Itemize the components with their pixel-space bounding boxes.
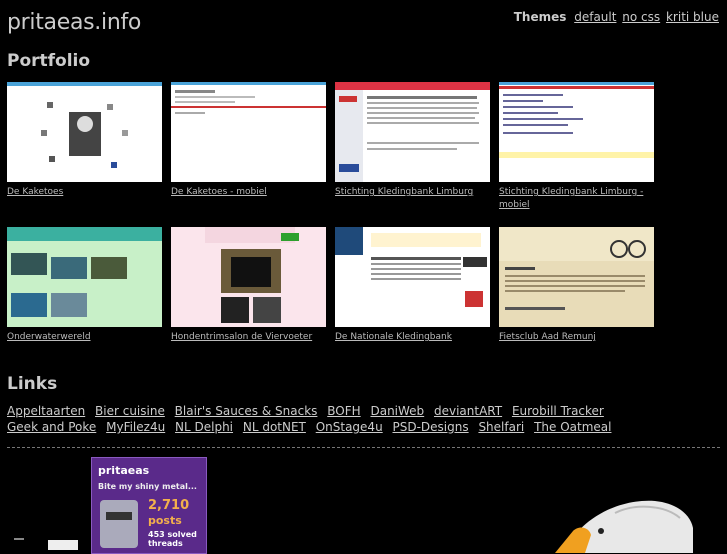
portfolio-caption[interactable]: Onderwaterwereld <box>7 331 162 344</box>
small-image <box>48 540 78 550</box>
link-onstage4u[interactable]: OnStage4u <box>316 420 383 434</box>
portfolio-item[interactable]: De Kaketoes <box>7 82 162 199</box>
link-daniweb[interactable]: DaniWeb <box>370 404 424 418</box>
portfolio-item[interactable]: Stichting Kledingbank Limburg - mobiel <box>499 82 654 212</box>
portfolio-thumbnail[interactable] <box>499 82 654 182</box>
theme-default-link[interactable]: default <box>574 10 616 24</box>
badge-tagline: Bite my shiny metal... <box>98 482 197 491</box>
link-nl-delphi[interactable]: NL Delphi <box>175 420 233 434</box>
portfolio-caption[interactable]: De Nationale Kledingbank <box>335 331 490 344</box>
badge-username: pritaeas <box>98 464 150 477</box>
link-deviantart[interactable]: deviantART <box>434 404 502 418</box>
portfolio-caption[interactable]: De Kaketoes - mobiel <box>171 186 326 199</box>
portfolio-item[interactable]: De Kaketoes - mobiel <box>171 82 326 199</box>
portfolio-thumbnail[interactable] <box>171 82 326 182</box>
portfolio-thumbnail[interactable] <box>171 227 326 327</box>
link-psd-designs[interactable]: PSD-Designs <box>393 420 469 434</box>
theme-no-css-link[interactable]: no css <box>622 10 660 24</box>
portfolio-caption[interactable]: De Kaketoes <box>7 186 162 199</box>
link-geek-and-poke[interactable]: Geek and Poke <box>7 420 96 434</box>
portfolio-caption[interactable]: Stichting Kledingbank Limburg - mobiel <box>499 186 654 212</box>
portfolio-thumbnail[interactable] <box>7 82 162 182</box>
arrow-icon <box>14 538 24 544</box>
portfolio-caption[interactable]: Hondentrimsalon de Viervoeter <box>171 331 326 344</box>
footer-divider <box>7 447 720 448</box>
portfolio-thumbnail[interactable] <box>335 227 490 327</box>
theme-kriti-blue-link[interactable]: kriti blue <box>666 10 719 24</box>
portfolio-item[interactable]: Fietsclub Aad Remunj <box>499 227 654 344</box>
portfolio-heading: Portfolio <box>7 51 91 71</box>
link-myfilez4u[interactable]: MyFilez4u <box>106 420 165 434</box>
link-appeltaarten[interactable]: Appeltaarten <box>7 404 85 418</box>
eagle-image <box>555 500 693 553</box>
link-bier-cuisine[interactable]: Bier cuisine <box>95 404 165 418</box>
avatar <box>100 500 138 548</box>
portfolio-caption[interactable]: Stichting Kledingbank Limburg <box>335 186 490 199</box>
badge-posts-label: posts <box>148 514 182 527</box>
portfolio-item[interactable]: Onderwaterwereld <box>7 227 162 344</box>
badge-solved-count: 453 solved <box>148 530 197 539</box>
portfolio-item[interactable]: Stichting Kledingbank Limburg <box>335 82 490 199</box>
portfolio-item[interactable]: Hondentrimsalon de Viervoeter <box>171 227 326 344</box>
portfolio-thumbnail[interactable] <box>499 227 654 327</box>
link-nl-dotnet[interactable]: NL dotNET <box>243 420 306 434</box>
link-eurobill-tracker[interactable]: Eurobill Tracker <box>512 404 604 418</box>
link-bofh[interactable]: BOFH <box>327 404 360 418</box>
badge-post-count: 2,710 <box>148 498 190 513</box>
link-shelfari[interactable]: Shelfari <box>478 420 524 434</box>
theme-switcher: Themes default no css kriti blue <box>514 10 719 24</box>
badge-threads-label: threads <box>148 539 183 548</box>
portfolio-caption[interactable]: Fietsclub Aad Remunj <box>499 331 654 344</box>
portfolio-thumbnail[interactable] <box>7 227 162 327</box>
daniweb-profile-badge[interactable]: pritaeas Bite my shiny metal... 2,710 po… <box>91 457 207 554</box>
portfolio-thumbnail[interactable] <box>335 82 490 182</box>
link-blairs-sauces[interactable]: Blair's Sauces & Snacks <box>175 404 318 418</box>
links-heading: Links <box>7 374 58 394</box>
site-title: pritaeas.info <box>7 10 142 35</box>
themes-label: Themes <box>513 10 567 24</box>
portfolio-item[interactable]: De Nationale Kledingbank <box>335 227 490 344</box>
links-list: Appeltaarten Bier cuisine Blair's Sauces… <box>7 403 627 435</box>
link-the-oatmeal[interactable]: The Oatmeal <box>534 420 611 434</box>
